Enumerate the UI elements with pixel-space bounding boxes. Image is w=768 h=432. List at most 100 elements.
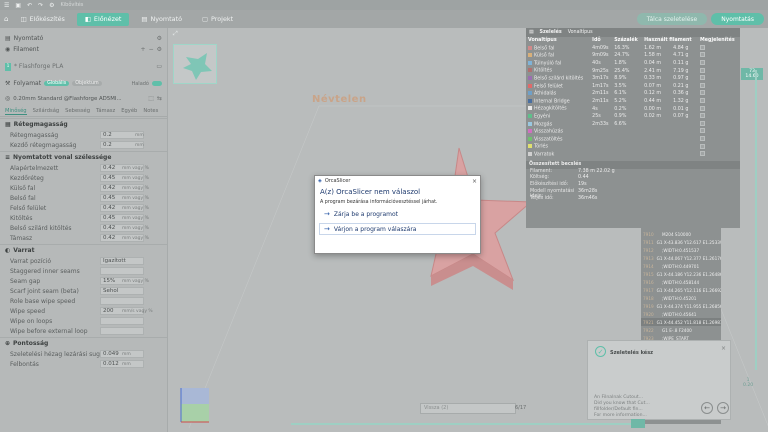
field-line-4[interactable]: Felső felület 0.42 mm vagy % [0,203,167,213]
field-precision-1[interactable]: Felbontás 0.012 mm [0,359,167,369]
stats-tab-summary[interactable]: Szelelés [540,30,562,35]
field-line-6[interactable]: Belső szilárd kitöltés 0.42 mm vagy % [0,223,167,233]
visibility-checkbox[interactable] [699,67,705,73]
visibility-checkbox[interactable] [699,52,705,58]
tab-preview[interactable]: ◧ Előnézet [76,12,130,26]
move-counter: 6/17 [515,405,527,411]
section-precision[interactable]: ⊕ Pontosság [0,337,167,349]
visibility-checkbox[interactable] [699,44,705,50]
dialog-heading: A(z) OrcaSlicer nem válaszol [320,188,421,196]
summary-row: Előkészítési idő: 19s [530,182,587,188]
tab-project[interactable]: ▢ Projekt [194,13,241,26]
prev-move-button[interactable]: ← [701,402,713,414]
move-slider-handle[interactable] [631,419,645,428]
section-layer-height[interactable]: ▦ Rétegmagasság [0,118,167,130]
close-program-button[interactable]: → Zárja be a programot [319,208,476,220]
visibility-checkbox[interactable] [699,90,705,96]
filament-item[interactable]: 1 * Flashforge PLA ▭ [0,61,167,72]
seam-input-1[interactable] [100,267,144,275]
visibility-checkbox[interactable] [699,143,705,149]
filament-settings-icon[interactable]: ⚙ [157,46,162,53]
printer-settings-icon[interactable]: ⚙ [157,35,162,42]
next-move-button[interactable]: → [717,402,729,414]
field-seam-6[interactable]: Wipe on loops [0,316,167,326]
gcode-line: 7920 ;WIDTH:0.45641 [643,311,697,317]
slice-plate-button[interactable]: Tálca szeletelése [636,13,708,25]
move-slider[interactable] [291,423,643,425]
printer-section[interactable]: ▤ Nyomtató ⚙ [0,33,167,44]
field-line-3[interactable]: Belső fal 0.45 mm vagy % [0,193,167,203]
tab-prepare[interactable]: ◫ Előkészítés [12,13,72,26]
field-seam-7[interactable]: Wipe before external loop [0,326,167,336]
field-initial-layer-height[interactable]: Kezdő rétegmagasság 0.2 mm [0,140,167,150]
profile-select[interactable]: 0.20mm Standard @Flashforge AD5MI... [13,96,121,102]
field-seam-1[interactable]: Staggered inner seams [0,266,167,276]
notification-close-icon[interactable]: × [721,345,726,352]
subtab-other[interactable]: Egyéb [121,108,137,114]
layer-slider-bottom-label[interactable]: 1 0.20 [743,378,753,388]
menu-icon[interactable]: ☰ [4,2,9,9]
precision-icon: ⊕ [5,340,11,347]
calibrate-icon[interactable]: ⚙ [49,2,54,9]
subtab-speed[interactable]: Sebesség [65,108,90,114]
advanced-toggle[interactable] [152,81,162,86]
visibility-checkbox[interactable] [699,75,705,81]
layer-slider-top-handle[interactable]: 73 14.60 [741,68,763,80]
section-seam[interactable]: ◐ Varrat [0,244,167,256]
undo-icon[interactable]: ↶ [27,2,32,9]
field-seam-3[interactable]: Scarf joint seam (beta) Sehol [0,286,167,296]
wait-program-button[interactable]: → Várjon a program válaszára [319,223,476,235]
visibility-checkbox[interactable] [699,113,705,119]
visibility-checkbox[interactable] [699,98,705,104]
field-line-1[interactable]: Kezdőréteg 0.45 mm vagy % [0,173,167,183]
visibility-checkbox[interactable] [699,60,705,66]
axis-orientation-widget[interactable] [179,386,211,424]
process-profile-row[interactable]: ◎ 0.20mm Standard @Flashforge AD5MI... ⬚… [0,93,167,104]
project-icon: ▢ [202,15,209,23]
field-seam-5[interactable]: Wipe speed 200 mm/s vagy % [0,306,167,316]
filament-section[interactable]: ◉ Filament + − ⚙ [0,44,167,55]
subtab-notes[interactable]: Notes [143,108,158,114]
print-button[interactable]: Nyomtatás [711,13,764,25]
object-pill[interactable]: Objektum [72,81,102,86]
filament-edit-icon[interactable]: ▭ [156,63,162,70]
seam-input-7[interactable] [100,327,144,335]
dialog-close-icon[interactable]: × [472,178,477,185]
layer-slider[interactable] [755,70,757,370]
visibility-checkbox[interactable] [699,120,705,126]
visibility-checkbox[interactable] [699,105,705,111]
seam-input-6[interactable] [100,317,144,325]
visibility-checkbox[interactable] [699,151,705,157]
field-line-5[interactable]: Kitöltés 0.45 mm vagy % [0,213,167,223]
back-field[interactable]: Vissza (2) [420,402,516,414]
field-layer-height[interactable]: Rétegmagasság 0.2 mm [0,130,167,140]
subtab-support[interactable]: Támasz [96,108,115,114]
section-line-width[interactable]: ≡ Nyomtatott vonal szélessége [0,151,167,163]
seam-input-3[interactable]: Sehol [100,287,144,295]
subtab-strength[interactable]: Szilárdság [33,108,60,114]
global-pill[interactable]: Globális [44,81,70,86]
profile-compare-icon[interactable]: ⇆ [157,95,162,102]
add-filament-icon[interactable]: + [141,46,146,53]
field-line-2[interactable]: Külső fal 0.42 mm vagy % [0,183,167,193]
save-icon[interactable]: ▣ [15,2,21,9]
visibility-checkbox[interactable] [699,82,705,88]
field-seam-2[interactable]: Seam gap 15% mm vagy % [0,276,167,286]
visibility-checkbox[interactable] [699,136,705,142]
redo-icon[interactable]: ↷ [38,2,43,9]
tab-printer[interactable]: ▤ Nyomtató [133,13,190,26]
remove-filament-icon[interactable]: − [149,46,154,53]
home-icon[interactable]: ⌂ [4,15,8,23]
field-precision-0[interactable]: Szeletelési hézag lezárási sugara 0.049 mm [0,349,167,359]
field-seam-4[interactable]: Role base wipe speed [0,296,167,306]
field-line-7[interactable]: Támasz 0.42 mm vagy % [0,233,167,243]
profile-save-icon[interactable]: ⬚ [148,95,154,102]
subtab-quality[interactable]: Minőség [5,108,27,115]
process-row: ⚒ Folyamat Globális Objektum Haladó [0,78,167,89]
visibility-checkbox[interactable] [699,128,705,134]
stats-tab-line-type[interactable]: Vonaltípus [568,30,593,35]
field-seam-0[interactable]: Varrat pozíció Igazított [0,256,167,266]
seam-input-4[interactable] [100,297,144,305]
seam-input-0[interactable]: Igazított [100,257,144,265]
field-line-0[interactable]: Alapértelmezett 0.42 mm vagy % [0,163,167,173]
